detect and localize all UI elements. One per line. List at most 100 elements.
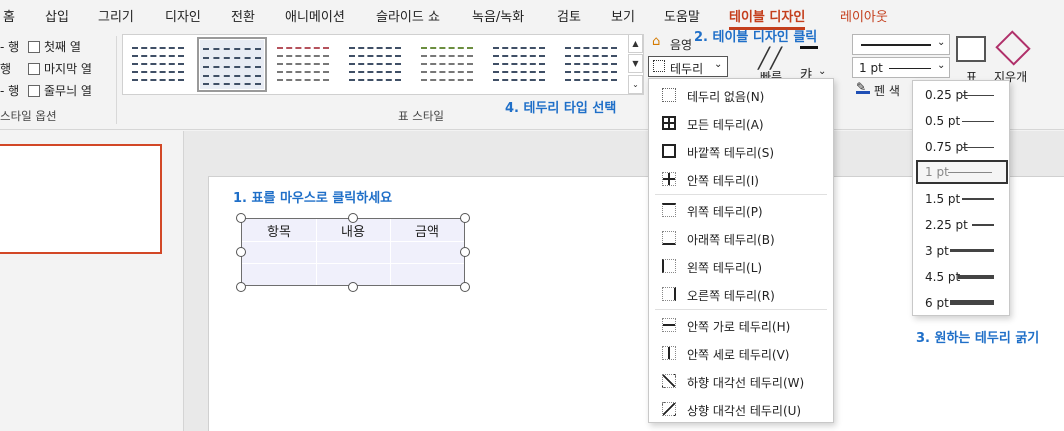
checkbox-icon[interactable] xyxy=(28,85,40,97)
tab-draw[interactable]: 그리기 xyxy=(98,6,134,25)
weight-line-preview xyxy=(958,275,994,279)
resize-handle[interactable] xyxy=(460,282,470,292)
borders-button[interactable]: 테두리 ⌄ xyxy=(648,56,728,77)
menu-item-right-border[interactable]: 오른쪽 테두리(R) xyxy=(649,281,833,307)
tab-recording[interactable]: 녹음/녹화 xyxy=(472,6,524,25)
pen-color-label[interactable]: 펜 색 xyxy=(874,82,900,99)
bottom-border-icon xyxy=(662,231,676,245)
menu-item-bottom-border[interactable]: 아래쪽 테두리(B) xyxy=(649,225,833,251)
menu-item-label: 바깥쪽 테두리(S) xyxy=(687,146,775,160)
menu-item-left-border[interactable]: 왼쪽 테두리(L) xyxy=(649,253,833,279)
weight-line-preview xyxy=(948,172,992,173)
weight-line-preview xyxy=(962,95,994,96)
menu-item-inside-vertical[interactable]: 안쪽 세로 테두리(V) xyxy=(649,340,833,366)
table-style-swatch-selected[interactable] xyxy=(197,37,267,92)
menu-item-diagonal-down[interactable]: 하향 대각선 테두리(W) xyxy=(649,368,833,394)
slide-table[interactable]: 항목 내용 금액 xyxy=(241,218,465,286)
tab-help[interactable]: 도움말 xyxy=(664,6,700,25)
gallery-scroll-up-button[interactable]: ▲ xyxy=(628,34,643,53)
pen-weight-dropdown[interactable]: 1 pt ⌄ xyxy=(852,57,950,78)
menu-item-top-border[interactable]: 위쪽 테두리(P) xyxy=(649,197,833,223)
weight-option[interactable]: 0.5 pt xyxy=(916,109,1008,133)
pen-style-dropdown[interactable]: ⌄ xyxy=(852,34,950,55)
first-column-option[interactable]: 첫째 열 xyxy=(28,38,81,55)
draw-table-icon[interactable] xyxy=(956,36,986,62)
table-style-swatch[interactable] xyxy=(273,41,333,87)
slide-thumbnail[interactable] xyxy=(0,144,162,254)
resize-handle[interactable] xyxy=(460,247,470,257)
banded-columns-option[interactable]: 줄무늬 열 xyxy=(28,82,92,99)
table-header-cell[interactable]: 항목 xyxy=(242,221,316,240)
header-row-option[interactable]: - 행 xyxy=(0,38,19,55)
pen-color-icon[interactable]: ✎ xyxy=(856,80,870,94)
chevron-down-icon: ⌄ xyxy=(937,60,946,71)
outside-borders-icon xyxy=(662,144,676,158)
tab-animations[interactable]: 애니메이션 xyxy=(285,6,345,25)
resize-handle[interactable] xyxy=(236,213,246,223)
resize-handle[interactable] xyxy=(348,213,358,223)
weight-line-preview xyxy=(962,198,994,200)
weight-option-label: 0.5 pt xyxy=(925,114,961,128)
resize-handle[interactable] xyxy=(236,247,246,257)
banded-rows-option[interactable]: - 행 xyxy=(0,82,19,99)
total-row-option[interactable]: 행 xyxy=(0,60,11,77)
right-border-icon xyxy=(662,287,676,301)
tab-slideshow[interactable]: 슬라이드 쇼 xyxy=(376,6,440,25)
menu-item-label: 오른쪽 테두리(R) xyxy=(687,289,775,303)
weight-option[interactable]: 4.5 pt xyxy=(916,265,1008,289)
menu-item-inside-horizontal[interactable]: 안쪽 가로 테두리(H) xyxy=(649,312,833,338)
menu-item-label: 안쪽 가로 테두리(H) xyxy=(687,320,791,334)
table-style-swatch[interactable] xyxy=(561,41,621,87)
last-column-option[interactable]: 마지막 열 xyxy=(28,60,92,77)
weight-option[interactable]: 1.5 pt xyxy=(916,187,1008,211)
table-style-swatch[interactable] xyxy=(417,41,477,87)
weight-option[interactable]: 0.25 pt xyxy=(916,83,1008,107)
table-style-swatch[interactable] xyxy=(345,41,405,87)
group-divider xyxy=(116,36,117,124)
menu-item-label: 위쪽 테두리(P) xyxy=(687,205,763,219)
menu-item-outside-borders[interactable]: 바깥쪽 테두리(S) xyxy=(649,138,833,164)
menu-item-no-border[interactable]: 테두리 없음(N) xyxy=(649,82,833,108)
shading-label[interactable]: 음영 xyxy=(670,36,692,53)
resize-handle[interactable] xyxy=(348,282,358,292)
menu-item-diagonal-up[interactable]: 상향 대각선 테두리(U) xyxy=(649,396,833,422)
table-header-cell[interactable]: 금액 xyxy=(390,221,464,240)
tab-transitions[interactable]: 전환 xyxy=(231,6,255,25)
checkbox-icon[interactable] xyxy=(28,41,40,53)
banded-rows-label: 행 xyxy=(8,84,20,98)
weight-option-selected[interactable]: 1 pt xyxy=(916,160,1008,184)
tab-insert[interactable]: 삽입 xyxy=(45,6,69,25)
resize-handle[interactable] xyxy=(236,282,246,292)
gallery-more-button[interactable]: ⌄ xyxy=(628,75,643,94)
weight-option[interactable]: 2.25 pt xyxy=(916,213,1008,237)
weight-line-preview xyxy=(972,224,994,226)
chevron-down-icon: ⌄ xyxy=(818,66,827,77)
table-style-swatch[interactable] xyxy=(128,41,188,87)
menu-item-inside-borders[interactable]: 안쪽 테두리(I) xyxy=(649,166,833,192)
weight-option-label: 3 pt xyxy=(925,244,949,258)
tab-layout[interactable]: 레이아웃 xyxy=(840,6,888,25)
tab-design[interactable]: 디자인 xyxy=(165,6,201,25)
tab-home[interactable]: 홈 xyxy=(3,6,15,25)
table-style-swatch[interactable] xyxy=(489,41,549,87)
eraser-icon[interactable] xyxy=(995,30,1031,66)
weight-line-preview xyxy=(962,121,994,122)
tab-table-design[interactable]: 테이블 디자인 xyxy=(729,6,806,30)
quick-styles-icon[interactable]: ╱╱ xyxy=(758,46,782,70)
tab-review[interactable]: 검토 xyxy=(557,6,581,25)
weight-option[interactable]: 6 pt xyxy=(916,291,1008,315)
weight-option[interactable]: 0.75 pt xyxy=(916,135,1008,159)
menu-item-all-borders[interactable]: 모든 테두리(A) xyxy=(649,110,833,136)
table-header-cell[interactable]: 내용 xyxy=(316,221,390,240)
row-divider xyxy=(242,263,464,264)
text-fill-icon[interactable] xyxy=(800,46,818,49)
resize-handle[interactable] xyxy=(460,213,470,223)
shading-icon[interactable]: ⌂ xyxy=(652,34,660,49)
tab-view[interactable]: 보기 xyxy=(611,6,635,25)
gallery-scroll-down-button[interactable]: ▼ xyxy=(628,54,643,73)
inside-vertical-border-icon xyxy=(662,346,676,360)
banded-columns-label: 줄무늬 열 xyxy=(44,84,92,98)
weight-option[interactable]: 3 pt xyxy=(916,239,1008,263)
weight-option-label: 4.5 pt xyxy=(925,270,961,284)
checkbox-icon[interactable] xyxy=(28,63,40,75)
